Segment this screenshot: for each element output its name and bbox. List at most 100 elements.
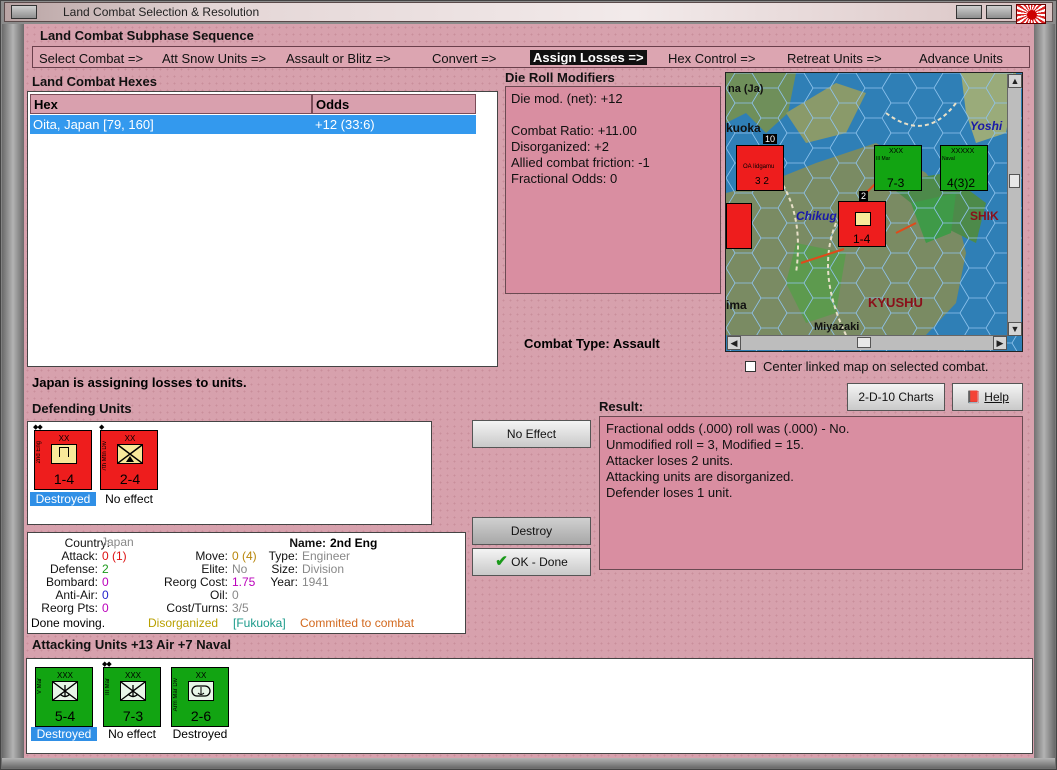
marine-symbol-icon [120, 681, 146, 701]
mini-map[interactable]: na (Ja) kuoka Yoshi Chikug SHIK KYUSHU i… [725, 72, 1023, 352]
step-convert[interactable]: Convert => [432, 51, 496, 66]
result-box: Fractional odds (.000) roll was (.000) -… [599, 416, 1023, 570]
unit-name-value: 2nd Eng [330, 536, 378, 550]
die-roll-line: Combat Ratio: +11.00 [511, 123, 637, 138]
attacking-unit-counter[interactable]: ◆◆ XXX III Mar 7-3 [102, 661, 161, 727]
no-effect-button[interactable]: No Effect [472, 420, 591, 448]
japan-flag-icon [1016, 4, 1046, 24]
die-roll-line: Die mod. (net): +12 [511, 91, 623, 106]
step-assault-or-blitz[interactable]: Assault or Blitz => [286, 51, 391, 66]
step-select-combat[interactable]: Select Combat => [39, 51, 143, 66]
center-map-label: Center linked map on selected combat. [763, 359, 989, 374]
unit-markers: ◆◆ [102, 661, 112, 668]
result-line: Attacking units are disorganized. [606, 469, 794, 484]
defending-units-panel: ◆◆ XX 2nd Eng 1-4 Destroyed ◆ XX 7th Mtn… [27, 421, 432, 525]
map-label: SHIK [970, 209, 999, 223]
map-unit-counter[interactable]: 2 1-4 [838, 191, 886, 247]
combat-type-value: Assault [612, 336, 660, 351]
defending-unit-counter[interactable]: ◆ XX 7th Mtn Div 2-4 [99, 424, 158, 490]
step-advance-units[interactable]: Advance Units [919, 51, 1003, 66]
subphase-sequence: Select Combat => Att Snow Units => Assau… [32, 46, 1030, 68]
attacking-unit-status: Destroyed [172, 727, 228, 741]
help-book-icon: 📕 [966, 390, 981, 404]
combat-type: Combat Type: Assault [524, 336, 660, 351]
help-button[interactable]: 📕 Help [952, 383, 1023, 411]
unit-markers: ◆ [99, 424, 104, 431]
checkmark-icon: ✔ [495, 553, 508, 570]
hex-cell: Oita, Japan [79, 160] [33, 117, 154, 132]
column-hex[interactable]: Hex [30, 94, 312, 114]
map-unit-counter-partial[interactable] [726, 203, 752, 249]
armor-marine-symbol-icon [188, 681, 214, 701]
scroll-thumb[interactable] [857, 337, 871, 348]
die-roll-line: Disorganized: +2 [511, 139, 609, 154]
column-odds[interactable]: Odds [312, 94, 476, 114]
ok-done-label: OK - Done [511, 555, 568, 569]
attacking-unit-counter[interactable]: XXX V Mar 5-4 [35, 667, 93, 727]
map-label: Chikug [796, 209, 837, 223]
die-roll-line: Fractional Odds: 0 [511, 171, 618, 186]
defending-unit-status: Destroyed [30, 492, 96, 506]
combat-type-label: Combat Type: [524, 336, 610, 351]
attacking-units-panel: XXX V Mar 5-4 Destroyed ◆◆ XXX III Mar 7… [26, 658, 1033, 754]
result-line: Unmodified roll = 3, Modified = 15. [606, 437, 804, 452]
engineer-symbol-icon [855, 212, 871, 226]
step-hex-control[interactable]: Hex Control => [668, 51, 755, 66]
map-label: na (Ja) [728, 83, 764, 95]
step-att-snow-units[interactable]: Att Snow Units => [162, 51, 266, 66]
attacking-unit-status: Destroyed [31, 727, 97, 741]
charts-button[interactable]: 2-D-10 Charts [847, 383, 945, 411]
close-button[interactable] [986, 5, 1012, 19]
hexes-title: Land Combat Hexes [32, 74, 157, 89]
title-bar[interactable]: Land Combat Selection & Resolution [4, 2, 1053, 24]
attacking-title: Attacking Units +13 Air +7 Naval [32, 637, 231, 652]
die-roll-line: Allied combat friction: -1 [511, 155, 650, 170]
engineer-symbol-icon [51, 444, 77, 464]
destroy-button[interactable]: Destroy [472, 517, 591, 545]
map-unit-counter[interactable]: XXX III Mar 7-3 [874, 145, 922, 191]
step-retreat-units[interactable]: Retreat Units => [787, 51, 882, 66]
left-frame [2, 24, 24, 758]
scroll-left-icon[interactable]: ◀ [727, 336, 741, 350]
result-line: Defender loses 1 unit. [606, 485, 733, 500]
unit-markers: ◆◆ [33, 424, 43, 431]
map-vertical-scrollbar[interactable]: ▲ ▼ [1007, 74, 1022, 336]
country-value: Japan [101, 535, 134, 549]
right-frame [1033, 24, 1055, 758]
defending-unit-status: No effect [105, 492, 153, 506]
map-unit-counter[interactable]: XXXXX Naval 4(3)2 [940, 145, 988, 191]
die-roll-title: Die Roll Modifiers [505, 70, 615, 85]
scroll-down-icon[interactable]: ▼ [1008, 322, 1022, 336]
marine-symbol-icon [52, 681, 78, 701]
odds-cell: +12 (33:6) [315, 117, 375, 132]
map-label: kuoka [726, 121, 761, 135]
center-map-checkbox[interactable] [745, 361, 756, 372]
map-horizontal-scrollbar[interactable]: ◀ ▶ [727, 335, 1007, 350]
table-row[interactable]: Oita, Japan [79, 160] +12 (33:6) [30, 115, 476, 134]
hexes-table: Hex Odds Oita, Japan [79, 160] +12 (33:6… [27, 91, 498, 367]
map-label: KYUSHU [868, 295, 923, 310]
scroll-thumb[interactable] [1009, 174, 1020, 188]
ok-done-button[interactable]: ✔ OK - Done [472, 548, 591, 576]
result-line: Attacker loses 2 units. [606, 453, 734, 468]
scroll-up-icon[interactable]: ▲ [1008, 74, 1022, 88]
subphase-title: Land Combat Subphase Sequence [40, 28, 254, 43]
result-title: Result: [599, 399, 644, 414]
die-roll-line [511, 107, 715, 123]
minimize-button[interactable] [956, 5, 982, 19]
window-title: Land Combat Selection & Resolution [63, 5, 260, 19]
map-unit-counter[interactable]: 10 OA Iidgamu 3 2 [736, 134, 784, 191]
attacking-unit-status: No effect [108, 727, 156, 741]
defending-title: Defending Units [32, 401, 132, 416]
map-label: Miyazaki [814, 321, 860, 333]
unit-info-panel: Country: Japan Attack: 0 (1) Defense: 2 … [27, 532, 466, 634]
status-line: Japan is assigning losses to units. [32, 375, 247, 390]
mountain-infantry-symbol-icon [117, 444, 143, 464]
die-roll-box: Die mod. (net): +12 Combat Ratio: +11.00… [505, 86, 721, 294]
map-label: Yoshi [970, 119, 1003, 133]
attacking-unit-counter[interactable]: XX Arm Mar Div 2-6 [171, 667, 229, 727]
system-menu-button[interactable] [11, 5, 37, 19]
scroll-right-icon[interactable]: ▶ [993, 336, 1007, 350]
defending-unit-counter[interactable]: ◆◆ XX 2nd Eng 1-4 [33, 424, 92, 490]
step-assign-losses[interactable]: Assign Losses => [530, 50, 647, 65]
